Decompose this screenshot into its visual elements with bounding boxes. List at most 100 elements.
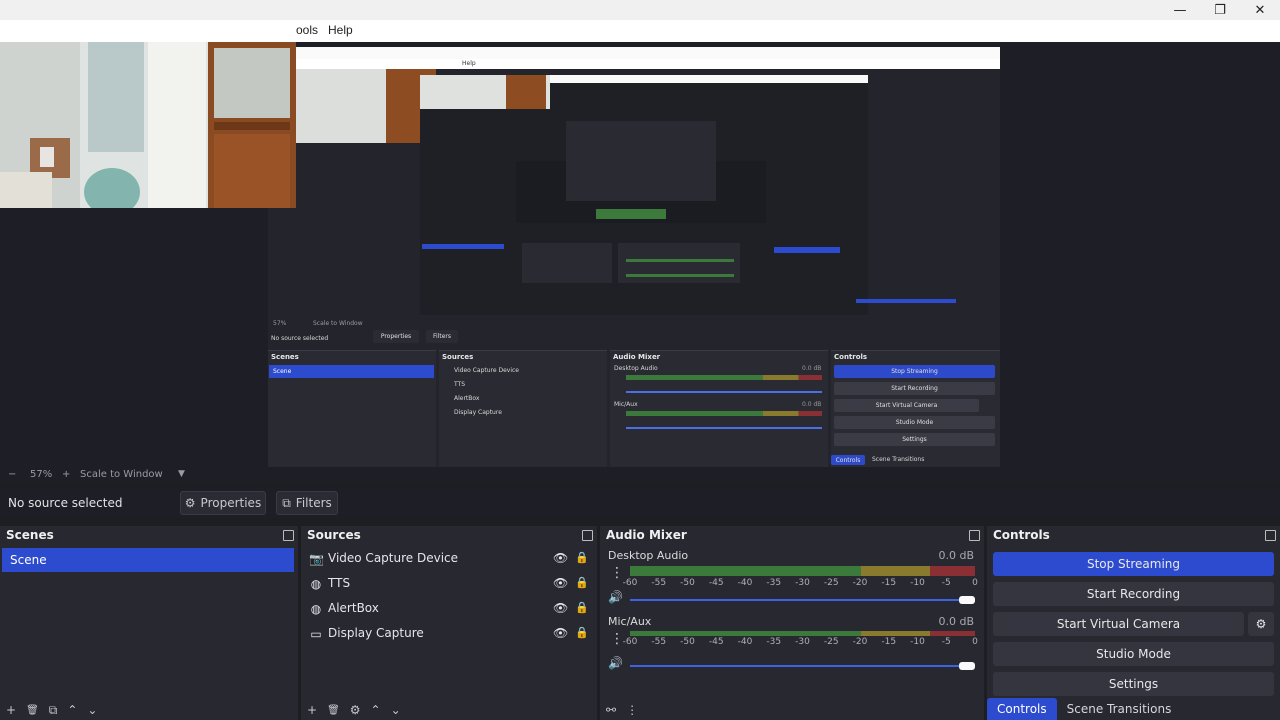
start-virtual-camera-button[interactable]: Start Virtual Camera: [993, 612, 1244, 636]
menu-bar: ools Help: [0, 20, 1280, 42]
menu-help[interactable]: Help: [328, 23, 353, 37]
source-row[interactable]: ◍ AlertBox 👁 🔒: [309, 598, 589, 620]
lock-icon[interactable]: 🔒: [575, 551, 589, 564]
meter-tick-label: -35: [766, 637, 782, 647]
stop-streaming-button[interactable]: Stop Streaming: [993, 552, 1274, 576]
meter-tick-label: 0: [972, 637, 978, 647]
move-down-icon[interactable]: ⌄: [87, 703, 97, 717]
scene-filter-icon[interactable]: ⧉: [49, 703, 58, 718]
source-row[interactable]: 📷 Video Capture Device 👁 🔒: [309, 548, 589, 570]
nested-mic-fader: [626, 427, 822, 429]
settings-button[interactable]: Settings: [993, 672, 1274, 696]
remove-source-icon[interactable]: 🗑: [327, 705, 340, 716]
filters-button[interactable]: ⧉ Filters: [276, 491, 338, 515]
filter-icon: ⧉: [282, 495, 291, 510]
speaker-icon[interactable]: 🔊: [608, 590, 623, 604]
meter-tick-label: -10: [910, 637, 925, 647]
nested-desktop-fader: [626, 391, 822, 393]
nested-mic-db: 0.0 dB: [802, 401, 822, 408]
close-button[interactable]: ✕: [1240, 0, 1280, 20]
move-up-icon[interactable]: ⌃: [67, 703, 77, 717]
nested-mixer-title: Audio Mixer: [613, 353, 661, 361]
mixer-menu-icon[interactable]: ⋮: [626, 703, 638, 717]
visibility-eye-icon[interactable]: 👁: [553, 576, 568, 590]
nested-no-source: No source selected: [271, 335, 329, 342]
audio-mixer-dock: Audio Mixer Desktop Audio 0.0 dB ⋮ -60 -5…: [600, 526, 984, 720]
source-row[interactable]: ▭ Display Capture 👁 🔒: [309, 623, 589, 645]
scale-dropdown-icon[interactable]: ▼: [178, 469, 185, 479]
virtual-camera-settings-button[interactable]: ⚙: [1248, 612, 1274, 636]
speaker-icon[interactable]: 🔊: [608, 656, 623, 670]
mic-aux-ticks: -60 -55 -50 -45 -40 -35 -30 -25 -20 -15 -10 -5 0: [623, 637, 980, 649]
nested-desktop-meter: [626, 375, 822, 380]
minimize-button[interactable]: —: [1160, 0, 1200, 20]
scenes-toolbar: + 🗑 ⧉ ⌃ ⌄: [0, 700, 298, 720]
sources-dock-title: Sources: [301, 526, 597, 544]
lock-icon[interactable]: 🔒: [575, 576, 589, 589]
scenes-title: Scenes: [6, 528, 54, 542]
undock-icon[interactable]: [283, 530, 294, 541]
move-up-icon[interactable]: ⌃: [371, 703, 381, 717]
nested-tab-controls: Controls: [831, 455, 865, 465]
source-settings-icon[interactable]: ⚙: [350, 703, 361, 717]
scenes-dock: Scenes Scene + 🗑 ⧉ ⌃ ⌄: [0, 526, 298, 720]
visibility-eye-icon[interactable]: 👁: [553, 551, 568, 565]
meter-tick-label: -55: [651, 578, 667, 588]
visibility-eye-icon[interactable]: 👁: [553, 626, 568, 640]
meter-tick-label: -45: [708, 578, 724, 588]
mic-aux-label: Mic/Aux: [608, 615, 652, 628]
meter-tick-label: -25: [823, 578, 839, 588]
meter-tick-label: -15: [881, 578, 897, 588]
source-row[interactable]: ◍ TTS 👁 🔒: [309, 573, 589, 595]
undock-icon[interactable]: [1265, 530, 1276, 541]
zoom-in-button[interactable]: +: [62, 469, 70, 480]
add-source-button[interactable]: +: [307, 703, 317, 717]
remove-scene-icon[interactable]: 🗑: [26, 705, 39, 716]
move-down-icon[interactable]: ⌄: [391, 703, 401, 717]
link-icon[interactable]: ⚯: [606, 703, 616, 717]
mic-aux-fader[interactable]: [630, 665, 975, 667]
add-scene-button[interactable]: +: [6, 703, 16, 717]
desktop-audio-fader[interactable]: [630, 599, 975, 601]
meter-tick-label: -20: [852, 578, 868, 588]
zoom-out-button[interactable]: −: [8, 469, 16, 480]
meter-tick-label: 0: [972, 578, 978, 588]
start-recording-button[interactable]: Start Recording: [993, 582, 1274, 606]
zoom-level: 57%: [30, 469, 53, 480]
desktop-audio-meter: [630, 566, 975, 576]
properties-button[interactable]: ⚙ Properties: [180, 491, 266, 515]
scale-mode-label[interactable]: Scale to Window: [80, 469, 163, 480]
tab-controls[interactable]: Controls: [987, 698, 1057, 720]
lock-icon[interactable]: 🔒: [575, 601, 589, 614]
desktop-audio-fader-knob[interactable]: [959, 596, 975, 604]
nested-zoom-label: 57%: [273, 320, 287, 327]
nested-sources-title: Sources: [442, 353, 474, 361]
meter-tick-label: -25: [823, 637, 839, 647]
monitor-icon: ▭: [310, 627, 322, 641]
controls-dock-title: Controls: [987, 526, 1280, 544]
preview-canvas[interactable]: Help 57% Scale to Window No source selec…: [0, 42, 1280, 467]
source-name: TTS: [328, 576, 351, 590]
menu-tools[interactable]: ools: [296, 23, 318, 37]
undock-icon[interactable]: [582, 530, 593, 541]
globe-icon: ◍: [310, 602, 322, 616]
studio-mode-button[interactable]: Studio Mode: [993, 642, 1274, 666]
undock-icon[interactable]: [969, 530, 980, 541]
meter-tick-label: -40: [737, 578, 753, 588]
source-name: Video Capture Device: [328, 551, 459, 565]
meter-tick-label: -50: [680, 578, 695, 588]
mic-aux-fader-knob[interactable]: [959, 662, 975, 670]
lock-icon[interactable]: 🔒: [575, 626, 589, 639]
nested-scenes-dock: Scenes Scene: [268, 350, 436, 467]
scene-item[interactable]: Scene: [2, 548, 294, 572]
zoom-bar: − 57% + Scale to Window ▼: [0, 467, 1280, 483]
tab-scene-transitions[interactable]: Scene Transitions: [1057, 698, 1182, 720]
source-toolbar: No source selected ⚙ Properties ⧉ Filter…: [0, 488, 1280, 518]
desktop-audio-menu-icon[interactable]: ⋮: [610, 566, 624, 580]
nested-scene-item: Scene: [269, 365, 434, 378]
meter-tick-label: -60: [622, 637, 638, 647]
maximize-button[interactable]: ❐: [1200, 0, 1240, 20]
nested-settings: Settings: [834, 433, 995, 446]
meter-tick-label: -35: [766, 578, 782, 588]
visibility-eye-icon[interactable]: 👁: [553, 601, 568, 615]
